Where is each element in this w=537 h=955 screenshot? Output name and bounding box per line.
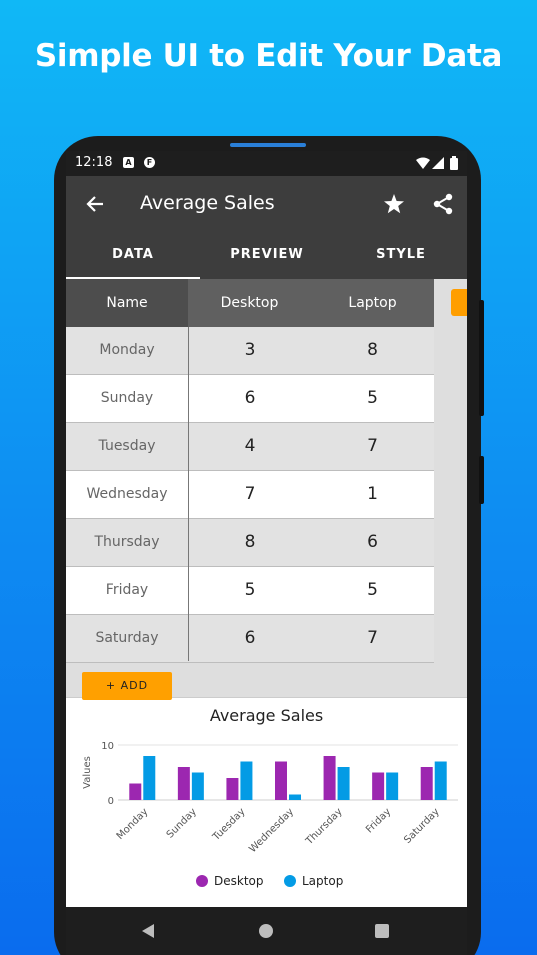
nav-home-icon[interactable] — [258, 923, 274, 939]
legend-laptop: Laptop — [284, 874, 343, 888]
x-tick-label: Wednesday — [247, 806, 296, 855]
cell-name[interactable]: Wednesday — [66, 471, 188, 518]
power-button — [479, 300, 484, 416]
cell-name[interactable]: Friday — [66, 567, 188, 614]
tab-style[interactable]: STYLE — [334, 231, 467, 279]
bar-chart: 0 10 Values Monday Sunday Tuesday Wednesday Thu… — [82, 741, 458, 855]
legend-desktop: Desktop — [196, 874, 264, 888]
table-row: Saturday 6 7 — [66, 615, 434, 663]
bar-laptop — [289, 794, 301, 800]
cell-desktop[interactable]: 6 — [189, 375, 311, 422]
cell-name[interactable]: Saturday — [66, 615, 188, 662]
cell-name[interactable]: Monday — [66, 327, 188, 374]
x-tick-label: Saturday — [402, 806, 442, 846]
bar-desktop — [323, 756, 336, 800]
headline: Simple UI to Edit Your Data — [34, 38, 503, 74]
table-row: Monday 3 8 — [66, 327, 434, 375]
cell-desktop[interactable]: 4 — [189, 423, 311, 470]
cell-laptop[interactable]: 7 — [311, 615, 434, 662]
x-tick-label: Sunday — [165, 806, 199, 840]
share-icon[interactable] — [428, 189, 458, 219]
tab-preview[interactable]: PREVIEW — [200, 231, 334, 279]
cell-laptop[interactable]: 6 — [311, 519, 434, 566]
table-row: Thursday 8 6 — [66, 519, 434, 567]
cell-laptop[interactable]: 5 — [311, 567, 434, 614]
wifi-icon — [416, 157, 430, 169]
legend-desktop-swatch — [196, 875, 208, 887]
chart-title: Average Sales — [209, 706, 324, 725]
bar-desktop — [177, 767, 190, 800]
legend-laptop-swatch — [284, 875, 296, 887]
notification-f-icon: F — [144, 157, 155, 168]
column-divider — [188, 327, 189, 661]
table-row: Wednesday 7 1 — [66, 471, 434, 519]
navigation-bar — [66, 907, 467, 955]
volume-button — [479, 456, 484, 504]
bar-desktop — [275, 761, 287, 800]
y-axis-label: Values — [82, 756, 93, 789]
table-row: Tuesday 4 7 — [66, 423, 434, 471]
cell-desktop[interactable]: 5 — [189, 567, 311, 614]
status-time: 12:18 — [75, 155, 113, 170]
add-row-button[interactable]: + ADD — [82, 672, 172, 700]
y-tick-label: 10 — [101, 741, 114, 752]
bar-desktop — [226, 778, 239, 800]
cell-laptop[interactable]: 7 — [311, 423, 434, 470]
cell-laptop[interactable]: 1 — [311, 471, 434, 518]
bar-laptop — [386, 772, 399, 800]
speaker-accent — [230, 143, 306, 147]
cell-name[interactable]: Sunday — [66, 375, 188, 422]
bar-laptop — [434, 761, 447, 800]
cell-desktop[interactable]: 6 — [189, 615, 311, 662]
nav-back-icon[interactable] — [140, 923, 156, 939]
header-laptop[interactable]: Laptop — [311, 279, 434, 327]
x-tick-label: Thursday — [303, 806, 344, 847]
bar-laptop — [143, 756, 156, 800]
cell-laptop[interactable]: 5 — [311, 375, 434, 422]
legend-desktop-label: Desktop — [214, 874, 264, 888]
nav-recents-icon[interactable] — [375, 924, 389, 938]
cell-desktop[interactable]: 7 — [189, 471, 311, 518]
notification-a-icon: A — [123, 157, 134, 168]
tab-bar: DATA PREVIEW STYLE — [66, 231, 467, 279]
bar-laptop — [337, 767, 350, 800]
page-title: Average Sales — [140, 192, 275, 214]
x-tick-label: Friday — [364, 806, 393, 835]
row-divider — [66, 662, 434, 663]
bar-desktop — [372, 772, 385, 800]
bar-laptop — [240, 761, 253, 800]
legend-laptop-label: Laptop — [302, 874, 344, 888]
star-icon[interactable] — [379, 189, 409, 219]
table-row: Sunday 6 5 — [66, 375, 434, 423]
header-desktop[interactable]: Desktop — [188, 279, 311, 327]
signal-icon — [432, 157, 444, 169]
tab-data[interactable]: DATA — [66, 231, 200, 279]
cell-laptop[interactable]: 8 — [311, 327, 434, 374]
cell-name[interactable]: Tuesday — [66, 423, 188, 470]
bar-laptop — [191, 772, 204, 800]
y-tick-label: 0 — [108, 796, 114, 807]
app-bar: Average Sales — [66, 176, 467, 231]
column-add-handle[interactable] — [451, 289, 467, 316]
cell-name[interactable]: Thursday — [66, 519, 188, 566]
x-tick-label: Monday — [115, 806, 151, 842]
chart-preview: Average Sales 0 10 Values Monday Sunday Tuesd… — [66, 697, 467, 907]
cell-desktop[interactable]: 8 — [189, 519, 311, 566]
bar-desktop — [129, 783, 142, 800]
bar-desktop — [420, 767, 433, 800]
x-tick-label: Tuesday — [210, 806, 247, 843]
back-arrow-icon[interactable] — [80, 189, 110, 219]
cell-desktop[interactable]: 3 — [189, 327, 311, 374]
data-table: Name Desktop Laptop Monday 3 8 Sunday 6 … — [66, 279, 467, 697]
battery-icon — [450, 156, 458, 170]
app-screen: 12:18 A F Average Sales DATA PREVIEW STY… — [66, 151, 467, 955]
table-row: Friday 5 5 — [66, 567, 434, 615]
status-bar: 12:18 A F — [66, 151, 467, 176]
header-name[interactable]: Name — [66, 279, 188, 327]
